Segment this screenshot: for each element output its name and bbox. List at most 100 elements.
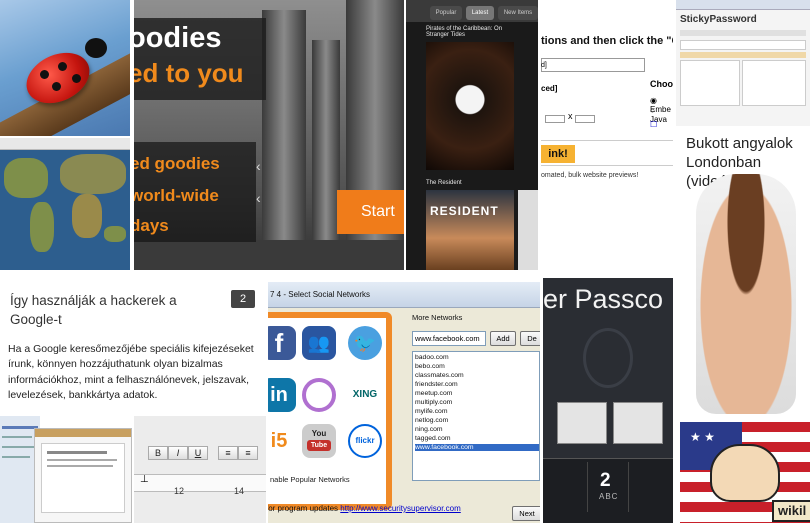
network-url-input[interactable]: www.facebook.com bbox=[412, 331, 486, 346]
youtube-icon-text: Tube bbox=[307, 440, 331, 451]
thumb-line bbox=[2, 426, 38, 429]
myspace-icon[interactable]: 👥 bbox=[302, 326, 336, 360]
continent-shape bbox=[72, 194, 102, 238]
text-editor-tile[interactable]: B I U ≡ ≡ 12 14 ⊥ bbox=[134, 416, 266, 523]
cross-sign: x bbox=[568, 111, 573, 121]
youtube-icon[interactable]: You Tube bbox=[302, 424, 336, 458]
form-instruction: tions and then click the "C bbox=[541, 35, 673, 47]
list-item[interactable]: friendster.com bbox=[415, 381, 458, 388]
passcode-digit-box bbox=[613, 402, 663, 444]
article-card[interactable]: Így használják a hackerek a Google-t 2 H… bbox=[0, 276, 266, 416]
next-button[interactable]: Next bbox=[512, 506, 540, 521]
italic-button[interactable]: I bbox=[168, 446, 188, 460]
social-networks-dialog[interactable]: 7 4 - Select Social Networks f 👥 🐦 in XI… bbox=[268, 282, 540, 523]
list-item[interactable]: bebo.com bbox=[415, 363, 445, 370]
list-item[interactable]: ning.com bbox=[415, 426, 443, 433]
add-button[interactable]: Add bbox=[490, 331, 516, 346]
list-item[interactable]: netlog.com bbox=[415, 417, 448, 424]
passcode-screen-tile[interactable]: er Passco 2 ABC bbox=[543, 278, 673, 523]
xing-icon[interactable]: XING bbox=[348, 378, 382, 412]
map-toolbar bbox=[0, 138, 130, 150]
promo-line: ed goodies bbox=[134, 154, 220, 173]
passcode-heading: er Passco bbox=[543, 284, 664, 314]
update-url-link[interactable]: http://www.securitysupervisor.com bbox=[340, 504, 460, 513]
screenshot-thumb[interactable] bbox=[34, 428, 132, 523]
poster-title: RESIDENT bbox=[430, 204, 499, 218]
list-item[interactable]: badoo.com bbox=[415, 354, 449, 361]
tree-row[interactable] bbox=[680, 52, 806, 58]
tree-panel[interactable] bbox=[680, 60, 740, 106]
movie-poster[interactable] bbox=[426, 190, 514, 270]
continent-shape bbox=[60, 154, 126, 194]
poster-caption: The Resident bbox=[426, 180, 462, 186]
detail-panel bbox=[742, 60, 806, 106]
building-shape bbox=[262, 10, 306, 240]
start-button[interactable]: Start bbox=[337, 190, 404, 234]
list-item[interactable]: classmates.com bbox=[415, 372, 464, 379]
tab-stop-icon[interactable]: ⊥ bbox=[140, 474, 149, 485]
tree-row[interactable] bbox=[680, 40, 806, 50]
enable-popular-checkbox-label[interactable]: nable Popular Networks bbox=[270, 475, 350, 484]
ladybug-spot bbox=[72, 74, 81, 83]
movie-poster[interactable] bbox=[518, 190, 538, 270]
tab-popular[interactable]: Popular bbox=[430, 6, 462, 20]
width-field[interactable] bbox=[545, 115, 565, 123]
hand-drawing bbox=[710, 444, 780, 502]
article-title[interactable]: Így használják a hackerek a Google-t bbox=[10, 291, 225, 329]
align-left-button[interactable]: ≡ bbox=[218, 446, 238, 460]
list-item[interactable]: mylife.com bbox=[415, 408, 447, 415]
tab-new-items[interactable]: New Items bbox=[498, 6, 538, 20]
web-form-tile[interactable]: tions and then click the "C ced] Choos ◉… bbox=[541, 0, 673, 270]
movie-poster[interactable] bbox=[426, 42, 514, 170]
flickr-icon[interactable]: flickr bbox=[348, 424, 382, 458]
hi5-icon[interactable]: i5 bbox=[268, 424, 296, 458]
key-2-letters: ABC bbox=[599, 492, 619, 501]
thumb-line bbox=[47, 465, 113, 467]
thumb-line bbox=[2, 456, 30, 458]
bold-button[interactable]: B bbox=[148, 446, 168, 460]
text-field[interactable] bbox=[541, 58, 645, 72]
chevron-left-icon[interactable]: ‹ bbox=[256, 158, 261, 174]
hero-heading: oodies bbox=[134, 22, 222, 54]
continent-shape bbox=[30, 202, 54, 252]
network-icon[interactable] bbox=[302, 378, 336, 412]
goodies-banner-tile[interactable]: oodies ed to you ed goodies world-wide d… bbox=[134, 0, 404, 270]
passcode-digit-box bbox=[557, 402, 607, 444]
sticky-password-tile[interactable]: StickyPassword bbox=[676, 0, 810, 126]
list-item[interactable]: multiply.com bbox=[415, 399, 452, 406]
comment-count-badge[interactable]: 2 bbox=[231, 290, 255, 308]
underline-button[interactable]: U bbox=[188, 446, 208, 460]
networks-list[interactable]: badoo.com bebo.com classmates.com friend… bbox=[412, 351, 540, 481]
chevron-left-icon[interactable]: ‹ bbox=[256, 190, 261, 206]
submit-link-button[interactable]: ink! bbox=[541, 145, 575, 163]
list-item[interactable]: meetup.com bbox=[415, 390, 452, 397]
world-map-tile[interactable] bbox=[0, 138, 130, 270]
update-check-text: for program updates http://www.securitys… bbox=[268, 504, 461, 513]
twitter-icon[interactable]: 🐦 bbox=[348, 326, 382, 360]
ruler-number: 12 bbox=[174, 486, 185, 496]
list-item[interactable]: tagged.com bbox=[415, 435, 451, 442]
movies-app-tile[interactable]: Popular Latest New Items Pirates of the … bbox=[406, 0, 538, 270]
delete-button[interactable]: De bbox=[520, 331, 540, 346]
thumb-line bbox=[2, 436, 32, 438]
facebook-icon[interactable]: f bbox=[268, 326, 296, 360]
toolbar bbox=[680, 30, 806, 36]
ladybug-head bbox=[85, 38, 107, 58]
list-item-selected[interactable]: www.facebook.com bbox=[415, 444, 539, 451]
ladybug-photo-tile[interactable] bbox=[0, 0, 130, 136]
building-shape bbox=[312, 40, 340, 240]
more-networks-label: More Networks bbox=[412, 313, 463, 322]
bukott-angyalok-tile[interactable]: Bukott angyalok Londonban (videó) bbox=[676, 128, 810, 418]
field-label: d] bbox=[541, 62, 547, 69]
street-shape bbox=[134, 240, 404, 270]
height-field[interactable] bbox=[575, 115, 595, 123]
tab-latest[interactable]: Latest bbox=[466, 6, 494, 20]
align-center-button[interactable]: ≡ bbox=[238, 446, 258, 460]
checkbox[interactable]: ☐ bbox=[650, 120, 657, 129]
ruler[interactable] bbox=[134, 474, 266, 492]
linkedin-icon[interactable]: in bbox=[268, 378, 296, 412]
figure-photo bbox=[696, 174, 796, 414]
wiki-sign: wikil bbox=[772, 500, 810, 522]
ruler-number: 14 bbox=[234, 486, 245, 496]
cartoon-tile[interactable]: ★ ★ wikil bbox=[680, 422, 810, 523]
